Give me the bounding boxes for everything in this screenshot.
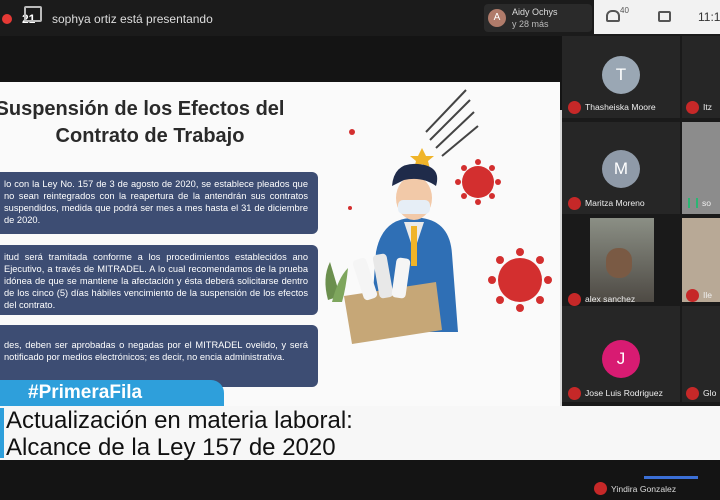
- participant-name: Jose Luis Rodriguez: [585, 388, 663, 398]
- mic-active-icon: [688, 198, 698, 208]
- slide-textbox-1: lo con la Ley No. 157 de 3 de agosto de …: [0, 172, 318, 234]
- active-speaker-indicator: [644, 476, 698, 479]
- people-count: 40: [620, 6, 629, 15]
- participant-video-tile[interactable]: Ile: [682, 218, 720, 302]
- participant-name: Ile: [703, 290, 713, 300]
- virus-icon: [455, 159, 501, 205]
- participant-name: Thasheiska Moore: [585, 102, 656, 112]
- participant-video-tile[interactable]: [590, 218, 654, 302]
- slide-textbox-3: des, deben ser aprobadas o negadas por e…: [0, 325, 318, 387]
- participant-name: alex sanchez: [585, 294, 636, 304]
- chip-more: y 28 más: [512, 19, 549, 29]
- people-icon[interactable]: [606, 10, 620, 22]
- record-dot-icon: [2, 14, 12, 24]
- lower-third: Actualización en materia laboral: Alcanc…: [0, 406, 720, 461]
- lower-third-line1: Actualización en materia laboral:: [6, 407, 353, 434]
- slide-title-line1: Suspensión de los Efectos del: [0, 98, 285, 120]
- mic-off-icon: [568, 292, 581, 306]
- virus-icon-large: [488, 248, 552, 312]
- bottom-participant[interactable]: Yindira Gonzalez: [594, 482, 676, 495]
- tie: [411, 226, 417, 266]
- face-mask: [398, 200, 430, 214]
- small-dot: [348, 206, 352, 210]
- small-dot: [349, 129, 355, 135]
- slide-textbox-2: itud será tramitada conforme a los proce…: [0, 245, 318, 315]
- participant-tile[interactable]: Itz: [682, 36, 720, 118]
- participant-tile[interactable]: J Jose Luis Rodriguez: [562, 306, 680, 402]
- participant-name: Glo: [703, 388, 717, 398]
- top-right-controls: 40 11:1: [594, 0, 720, 34]
- participant-name: so: [702, 198, 712, 208]
- lower-third-accent: [0, 408, 4, 458]
- participant-name: Maritza Moreno: [585, 198, 645, 208]
- hashtag-banner: #PrimeraFila: [0, 380, 224, 406]
- participant-video-tile[interactable]: so: [682, 122, 720, 214]
- lower-third-line2: Alcance de la Ley 157 de 2020: [6, 434, 336, 461]
- participant-tile[interactable]: Glo: [682, 306, 720, 402]
- person-silhouette: [606, 248, 632, 278]
- chip-name: Aidy Ochys: [512, 7, 558, 17]
- participant-name: Yindira Gonzalez: [611, 483, 677, 494]
- avatar: T: [602, 56, 640, 94]
- avatar: J: [602, 340, 640, 378]
- slide-title: Suspensión de los Efectos del Contrato d…: [0, 96, 300, 150]
- mic-off-icon: [568, 386, 581, 400]
- slide-title-line2: Contrato de Trabajo: [55, 125, 245, 147]
- chat-icon[interactable]: [658, 11, 671, 22]
- participant-name: Itz: [703, 102, 713, 112]
- avatar: A: [488, 9, 506, 27]
- participants-chip[interactable]: A Aidy Ochys y 28 más: [484, 4, 592, 32]
- participant-tile[interactable]: T Thasheiska Moore: [562, 36, 680, 118]
- clock: 11:1: [698, 10, 720, 24]
- presentation-icon: [24, 6, 42, 22]
- mic-off-icon: [686, 386, 699, 400]
- top-bar: 21 sophya ortiz está presentando A Aidy …: [0, 0, 720, 36]
- meet-window: 21 sophya ortiz está presentando A Aidy …: [0, 0, 720, 500]
- presented-slide: Suspensión de los Efectos del Contrato d…: [0, 82, 560, 406]
- avatar: M: [602, 150, 640, 188]
- mic-off-icon: [686, 288, 699, 302]
- fireworks-lines-icon: [425, 89, 479, 157]
- mic-off-icon: [594, 482, 607, 495]
- mic-off-icon: [568, 196, 581, 210]
- worker-illustration: [325, 89, 552, 344]
- presenting-label: sophya ortiz está presentando: [52, 12, 213, 26]
- mic-off-icon: [686, 100, 699, 114]
- participant-tile[interactable]: M Maritza Moreno: [562, 122, 680, 214]
- mic-off-icon: [568, 100, 581, 114]
